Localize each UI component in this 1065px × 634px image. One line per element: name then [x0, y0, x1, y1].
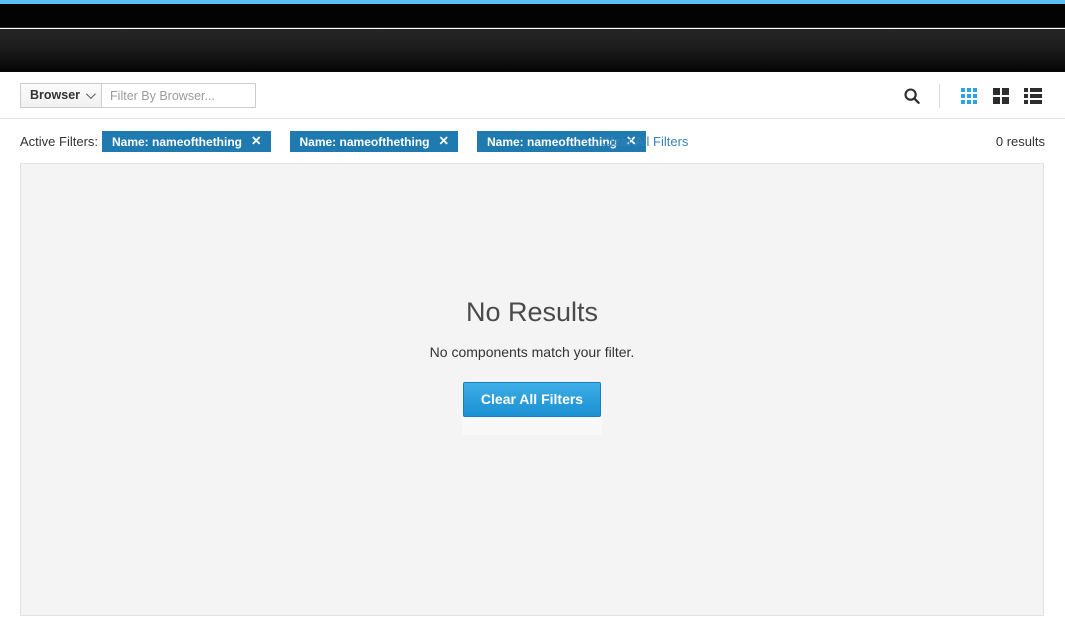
empty-state-clear-all-filters-button[interactable]: Clear All Filters	[462, 382, 602, 417]
empty-state-subtitle: No components match your filter.	[429, 344, 635, 360]
grid-3x3-icon	[961, 88, 977, 104]
list-icon	[1024, 88, 1042, 104]
chevron-down-icon	[85, 89, 96, 100]
results-count: 0 results	[995, 134, 1045, 149]
application-window: Browser Filter By Browser... Active Filt…	[0, 0, 1065, 634]
empty-state: No Results No components match your filt…	[21, 297, 1043, 417]
button-ghost-artifact	[462, 417, 602, 435]
close-icon[interactable]: ✕	[251, 135, 261, 148]
active-filter-pill[interactable]: Name: nameofthething ✕	[102, 131, 271, 152]
view-mode-list-button[interactable]	[1017, 83, 1049, 109]
navigation-bar	[0, 29, 1065, 72]
masthead-bar	[0, 4, 1065, 28]
filter-input[interactable]	[101, 83, 257, 108]
close-icon[interactable]: ✕	[439, 135, 449, 148]
active-filter-pill-label: Name: nameofthething	[299, 134, 430, 149]
toolbar-actions	[895, 83, 1049, 109]
view-mode-grid-large-button[interactable]	[985, 83, 1017, 109]
filter-field-dropdown-label: Browser	[30, 88, 81, 103]
filter-field-dropdown[interactable]: Browser	[20, 83, 102, 108]
toolbar-divider	[939, 84, 940, 108]
clear-all-filters-link[interactable]: Clear All Filters	[601, 134, 688, 149]
active-filters-label: Active Filters:	[20, 134, 99, 149]
search-button[interactable]	[895, 83, 929, 109]
search-icon	[904, 88, 920, 104]
grid-2x2-icon	[993, 88, 1009, 104]
active-filter-pill[interactable]: Name: nameofthething ✕	[289, 131, 458, 152]
empty-state-title: No Results	[465, 297, 599, 327]
active-filter-pill-list: Name: nameofthething ✕ Name: nameoftheth…	[102, 131, 646, 152]
filter-control-group: Browser	[20, 83, 257, 108]
active-filter-pill-label: Name: nameofthething	[112, 134, 243, 149]
view-mode-grid-small-button[interactable]	[953, 83, 985, 109]
active-filter-pill-label: Name: nameofthething	[487, 134, 618, 149]
results-panel: No Results No components match your filt…	[20, 163, 1044, 616]
